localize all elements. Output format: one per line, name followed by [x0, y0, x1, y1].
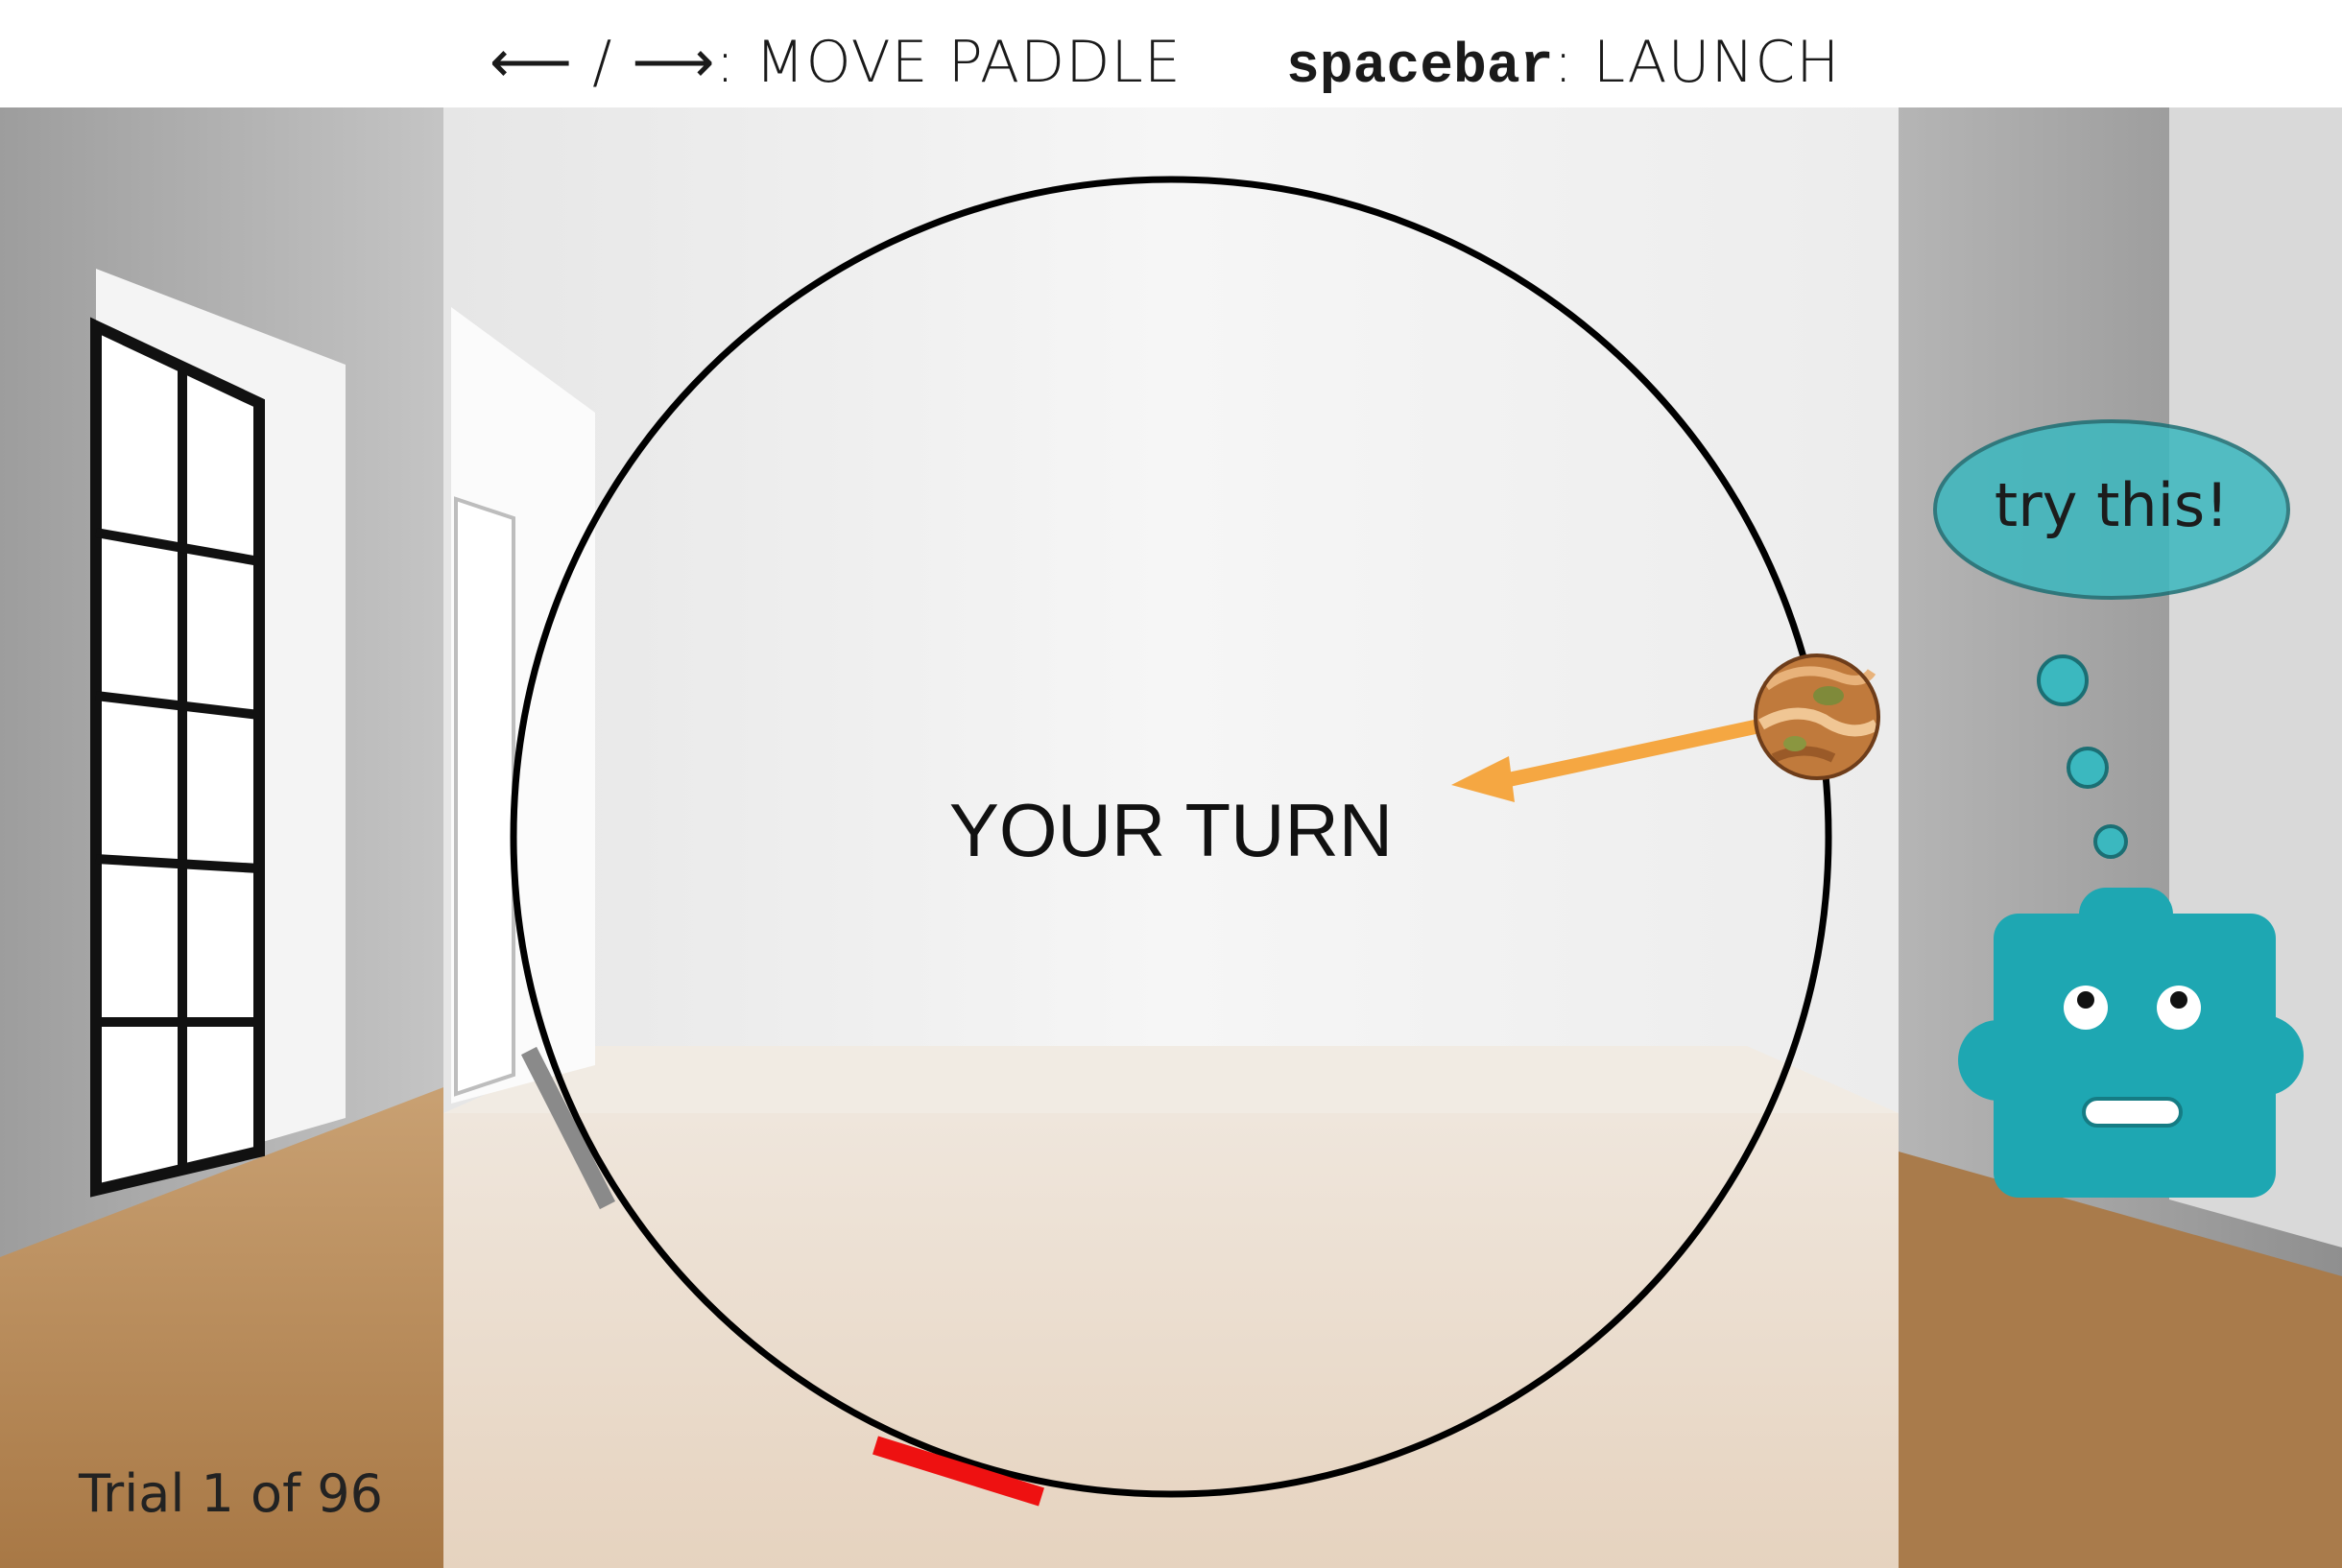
robot-speech-text: try this!	[1994, 470, 2230, 540]
robot-character	[1958, 888, 2304, 1198]
launch-hint: spacebar: LAUNCH	[1286, 29, 1840, 99]
arrow-keys-icon: ⟵ / ⟶	[490, 29, 716, 96]
move-paddle-label: : MOVE PADDLE	[715, 29, 1182, 96]
instructions-bar: ⟵ / ⟶: MOVE PADDLE spacebar: LAUNCH	[0, 0, 2342, 107]
move-keys-hint: ⟵ / ⟶: MOVE PADDLE	[490, 29, 1182, 96]
spacebar-key-label: spacebar	[1286, 36, 1554, 99]
turn-status-text: YOUR TURN	[948, 788, 1394, 872]
planet-ball	[1754, 653, 1880, 780]
launch-label: : LAUNCH	[1553, 29, 1841, 96]
trial-counter: Trial 1 of 96	[79, 1463, 383, 1524]
